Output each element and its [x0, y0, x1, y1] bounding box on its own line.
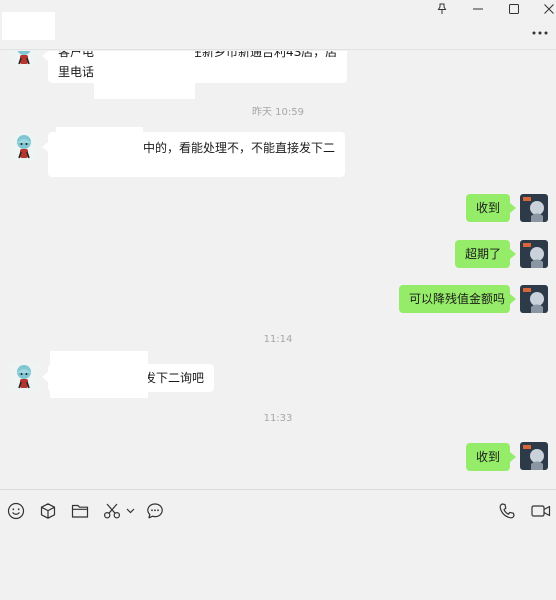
- bubble-tail: [510, 294, 516, 304]
- input-toolbar: [0, 498, 556, 524]
- title-bar: [0, 0, 556, 50]
- outgoing-message[interactable]: 收到: [466, 443, 510, 471]
- bubble-tail: [510, 249, 516, 259]
- redacted-content: [56, 127, 143, 177]
- maximize-icon[interactable]: [497, 0, 531, 18]
- emoji-icon[interactable]: [5, 500, 27, 522]
- pin-icon[interactable]: [425, 0, 459, 18]
- bubble-tail: [510, 203, 516, 213]
- close-icon[interactable]: [532, 0, 556, 18]
- chat-bubble-icon[interactable]: [144, 500, 166, 522]
- redacted-title: [2, 12, 55, 40]
- video-call-icon[interactable]: [528, 500, 554, 522]
- contact-avatar[interactable]: [10, 363, 38, 391]
- outgoing-message[interactable]: 可以降残值金额吗: [399, 285, 510, 313]
- my-avatar[interactable]: [520, 285, 548, 313]
- my-avatar[interactable]: [520, 240, 548, 268]
- chevron-down-icon[interactable]: [123, 500, 137, 522]
- message-input[interactable]: [0, 530, 556, 600]
- divider: [0, 489, 556, 490]
- contact-avatar[interactable]: [10, 133, 38, 161]
- message-text: 发下二询吧: [143, 371, 204, 385]
- message-text: 收到: [476, 450, 501, 464]
- timestamp: 11:14: [263, 334, 293, 345]
- bubble-tail: [510, 452, 516, 462]
- redacted-content: [94, 51, 195, 99]
- minimize-icon[interactable]: [461, 0, 495, 18]
- scissors-icon[interactable]: [101, 500, 123, 522]
- timestamp: 昨天 10:59: [252, 107, 304, 118]
- chat-history[interactable]: 客户电话 在新乡市新通吉利4S店，店 里电话 昨天 10:59 们中的，看能处理…: [0, 51, 556, 489]
- timestamp: 11:33: [263, 413, 293, 424]
- my-avatar[interactable]: [520, 194, 548, 222]
- incoming-message[interactable]: 客户电话 在新乡市新通吉利4S店，店 里电话: [48, 51, 347, 83]
- folder-icon[interactable]: [69, 500, 91, 522]
- outgoing-message[interactable]: 收到: [466, 194, 510, 222]
- phone-icon[interactable]: [496, 500, 518, 522]
- message-text: 超期了: [465, 247, 502, 261]
- outgoing-message[interactable]: 超期了: [455, 240, 510, 268]
- message-text: 收到: [476, 201, 501, 215]
- redacted-content: [50, 351, 148, 398]
- message-text: 们中的，看能处理不，不能直接发下二: [130, 141, 335, 155]
- message-text: 在新乡市新通吉利4S店，店: [190, 51, 338, 59]
- contact-avatar[interactable]: [10, 51, 38, 67]
- message-text: 可以降残值金额吗: [409, 292, 506, 306]
- more-icon[interactable]: [530, 27, 550, 39]
- my-avatar[interactable]: [520, 442, 548, 470]
- cube-icon[interactable]: [37, 500, 59, 522]
